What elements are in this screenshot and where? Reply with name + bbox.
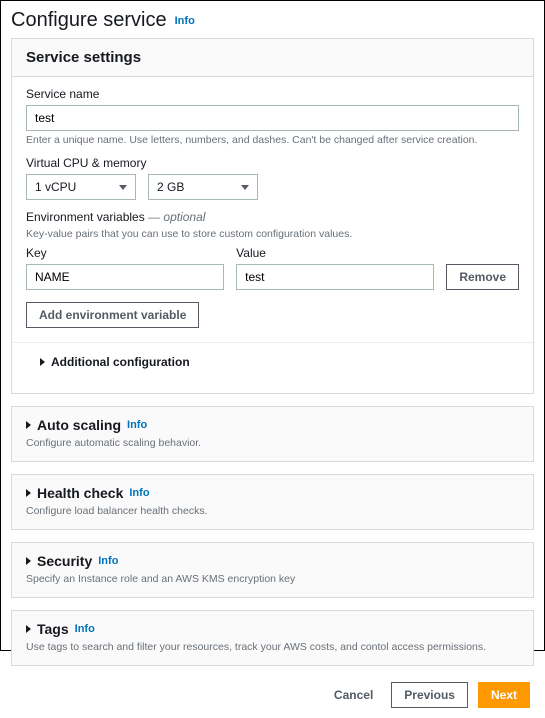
vcpu-select[interactable]: 1 vCPU [26,174,136,200]
memory-value: 2 GB [157,180,184,194]
chevron-right-icon [26,421,31,429]
additional-config-toggle[interactable]: Additional configuration [26,343,519,381]
tags-title: Tags [37,621,69,637]
health-check-desc: Configure load balancer health checks. [26,505,519,517]
auto-scaling-panel: Auto scaling Info Configure automatic sc… [11,406,534,462]
tags-panel: Tags Info Use tags to search and filter … [11,610,534,666]
panel-header: Service settings [12,39,533,77]
memory-select[interactable]: 2 GB [148,174,258,200]
health-check-title: Health check [37,485,123,501]
caret-down-icon [119,185,127,190]
env-value-input[interactable] [236,264,434,290]
health-check-info[interactable]: Info [129,487,149,499]
remove-env-button[interactable]: Remove [446,264,519,290]
auto-scaling-info[interactable]: Info [127,419,147,431]
service-settings-panel: Service settings Service name Enter a un… [11,38,534,394]
chevron-right-icon [26,625,31,633]
previous-button[interactable]: Previous [391,682,468,708]
caret-down-icon [241,185,249,190]
security-desc: Specify an Instance role and an AWS KMS … [26,573,519,585]
env-hint: Key-value pairs that you can use to stor… [26,228,519,240]
service-name-hint: Enter a unique name. Use letters, number… [26,134,519,146]
next-button[interactable]: Next [478,682,530,708]
health-check-panel: Health check Info Configure load balance… [11,474,534,530]
chevron-right-icon [26,489,31,497]
auto-scaling-desc: Configure automatic scaling behavior. [26,437,519,449]
chevron-right-icon [40,358,45,366]
security-title: Security [37,553,92,569]
env-key-label: Key [26,246,224,260]
additional-config-label: Additional configuration [51,355,190,369]
security-panel: Security Info Specify an Instance role a… [11,542,534,598]
security-info[interactable]: Info [98,555,118,567]
tags-desc: Use tags to search and filter your resou… [26,641,519,653]
cancel-button[interactable]: Cancel [326,683,381,707]
env-label: Environment variables — optional [26,210,519,224]
auto-scaling-toggle[interactable]: Auto scaling Info [26,417,519,433]
service-name-label: Service name [26,87,519,101]
tags-toggle[interactable]: Tags Info [26,621,519,637]
health-check-toggle[interactable]: Health check Info [26,485,519,501]
env-value-label: Value [236,246,434,260]
vcpu-value: 1 vCPU [35,180,76,194]
env-key-input[interactable] [26,264,224,290]
service-name-input[interactable] [26,105,519,131]
chevron-right-icon [26,557,31,565]
auto-scaling-title: Auto scaling [37,417,121,433]
add-env-button[interactable]: Add environment variable [26,302,199,328]
security-toggle[interactable]: Security Info [26,553,519,569]
compute-label: Virtual CPU & memory [26,156,519,170]
page-title: Configure service [11,9,167,32]
page-info-link[interactable]: Info [175,15,195,27]
tags-info[interactable]: Info [75,623,95,635]
